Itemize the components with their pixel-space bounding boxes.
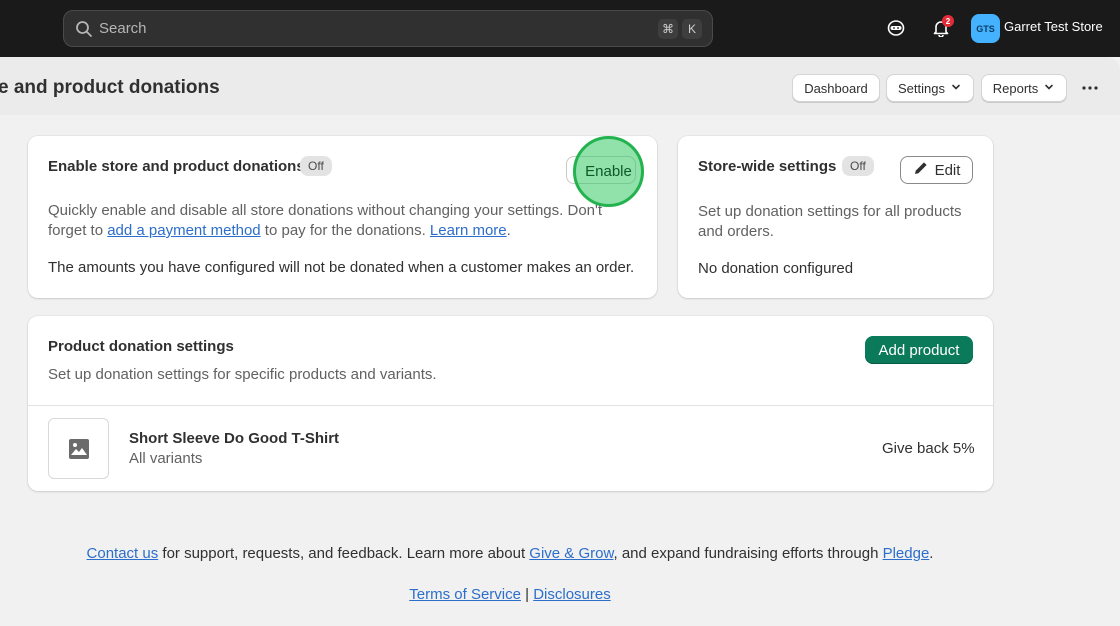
avatar[interactable]: GTS <box>971 14 1000 43</box>
description-text: . <box>506 222 511 239</box>
dashboard-button-label: Dashboard <box>804 80 868 96</box>
ellipsis-icon <box>1082 86 1098 90</box>
add-product-button[interactable]: Add product <box>865 336 973 364</box>
pencil-icon <box>913 160 929 180</box>
click-indicator[interactable]: Enable <box>573 136 644 207</box>
enable-donations-title: Enable store and product donations <box>48 158 305 175</box>
terms-of-service-link[interactable]: Terms of Service <box>409 586 521 603</box>
shortcut-k-key: K <box>682 19 702 39</box>
footer-legal-links: Terms of Service | Disclosures <box>0 586 1020 603</box>
donation-note: The amounts you have configured will not… <box>48 259 635 276</box>
description-text: to pay for the donations. <box>260 222 430 239</box>
learn-more-link[interactable]: Learn more <box>430 222 507 239</box>
footer-text: . <box>929 545 934 562</box>
search-icon <box>75 20 93 38</box>
product-donation-description: Set up donation settings for specific pr… <box>48 366 437 383</box>
footer-text: , and expand fundraising efforts through <box>613 545 883 562</box>
page-title: e and product donations <box>0 77 220 98</box>
storewide-settings-title: Store-wide settings <box>698 158 837 175</box>
footer-separator: | <box>520 586 534 603</box>
product-name[interactable]: Short Sleeve Do Good T-Shirt <box>129 430 339 447</box>
give-back-percentage: Give back 5% <box>882 440 975 457</box>
product-donation-title: Product donation settings <box>48 338 234 355</box>
search-placeholder: Search <box>99 20 147 37</box>
contact-us-link[interactable]: Contact us <box>87 545 159 562</box>
footer-support-text: Contact us for support, requests, and fe… <box>0 545 1020 562</box>
settings-button[interactable]: Settings <box>886 74 974 102</box>
product-thumbnail <box>48 418 109 479</box>
notification-count-badge: 2 <box>942 15 954 27</box>
footer-text: for support, requests, and feedback. Lea… <box>158 545 530 562</box>
chevron-down-icon <box>1043 81 1055 96</box>
enable-button-label: Enable <box>585 163 632 180</box>
add-payment-method-link[interactable]: add a payment method <box>107 222 260 239</box>
top-bar: Search ⌘ K 2 GTS Garret Test Store <box>0 0 1120 57</box>
shortcut-cmd-key: ⌘ <box>658 19 678 39</box>
storewide-status-text: No donation configured <box>698 260 854 277</box>
reports-button-label: Reports <box>992 80 1039 96</box>
pledge-link[interactable]: Pledge <box>883 545 930 562</box>
status-badge: Off <box>300 156 332 176</box>
image-placeholder-icon <box>68 438 89 459</box>
more-actions-button[interactable] <box>1078 79 1102 97</box>
edit-button[interactable]: Edit <box>900 156 973 184</box>
status-badge: Off <box>842 156 874 176</box>
give-grow-link[interactable]: Give & Grow <box>529 545 613 562</box>
reports-button[interactable]: Reports <box>981 74 1067 102</box>
edit-button-label: Edit <box>934 161 961 179</box>
product-variants: All variants <box>129 450 203 467</box>
sidekick-icon[interactable] <box>885 17 907 39</box>
settings-button-label: Settings <box>898 80 945 96</box>
search-input[interactable]: Search ⌘ K <box>63 10 713 47</box>
storewide-settings-description: Set up donation settings for all product… <box>698 203 962 240</box>
disclosures-link[interactable]: Disclosures <box>533 586 611 603</box>
divider <box>28 405 993 406</box>
chevron-down-icon <box>950 81 962 96</box>
dashboard-button[interactable]: Dashboard <box>792 74 880 102</box>
enable-donations-description: Quickly enable and disable all store don… <box>48 201 618 241</box>
store-name[interactable]: Garret Test Store <box>1004 19 1103 34</box>
